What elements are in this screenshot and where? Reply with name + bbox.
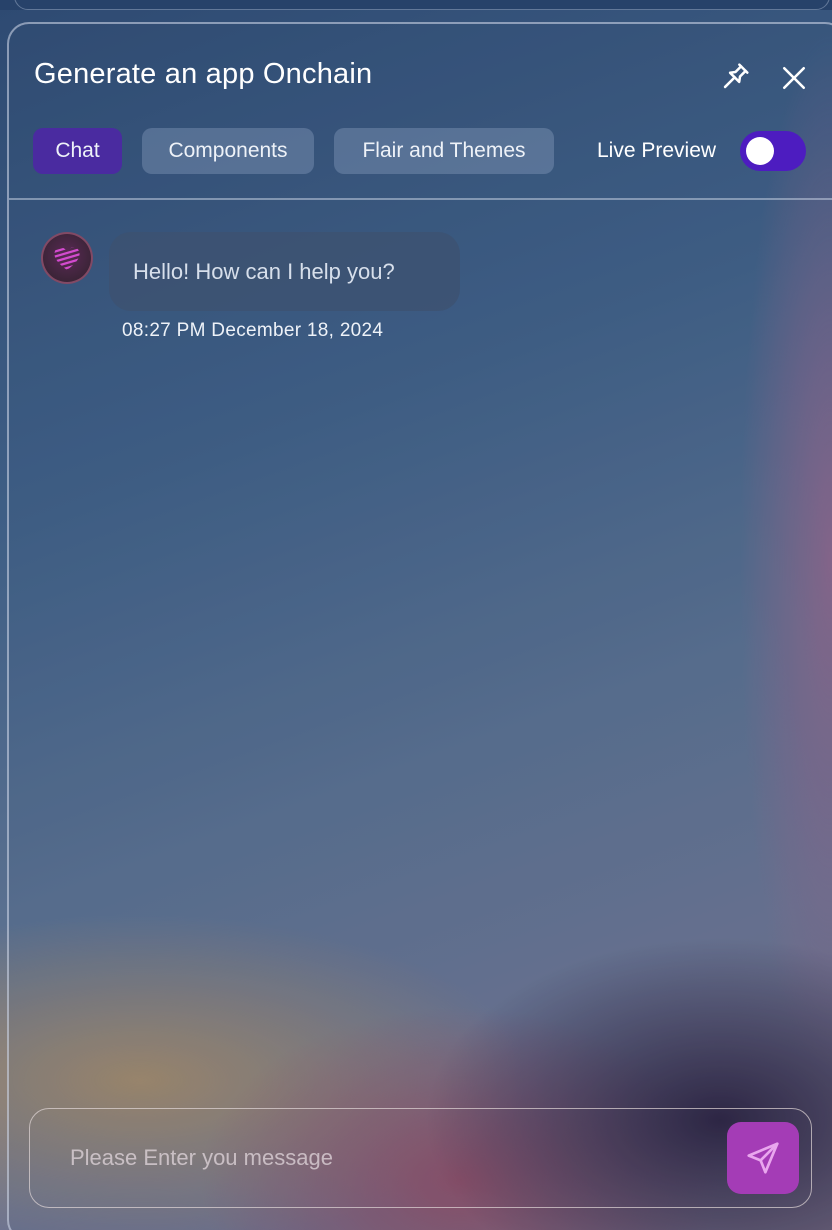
tab-chat[interactable]: Chat (33, 128, 122, 174)
close-icon (782, 66, 806, 90)
live-preview-label: Live Preview (597, 139, 717, 162)
assistant-avatar (41, 232, 93, 284)
close-button[interactable] (776, 60, 812, 96)
message-composer (29, 1108, 812, 1208)
toggle-knob (746, 137, 774, 165)
send-icon (747, 1142, 779, 1174)
message-timestamp: 08:27 PM December 18, 2024 (122, 320, 384, 341)
panel-title: Generate an app Onchain (34, 58, 373, 90)
chat-panel (7, 22, 832, 1230)
pin-button[interactable] (718, 58, 754, 94)
header-divider (9, 198, 832, 200)
tab-flair-and-themes[interactable]: Flair and Themes (334, 128, 554, 174)
send-button[interactable] (727, 1122, 799, 1194)
live-preview-toggle[interactable] (740, 131, 806, 171)
assistant-message-bubble: Hello! How can I help you? (109, 232, 460, 311)
heart-logo-icon (54, 247, 80, 270)
pin-icon (723, 63, 749, 89)
tab-components[interactable]: Components (142, 128, 314, 174)
background-card-edge (14, 0, 830, 10)
message-text: Hello! How can I help you? (133, 258, 395, 284)
message-input[interactable] (70, 1135, 710, 1181)
